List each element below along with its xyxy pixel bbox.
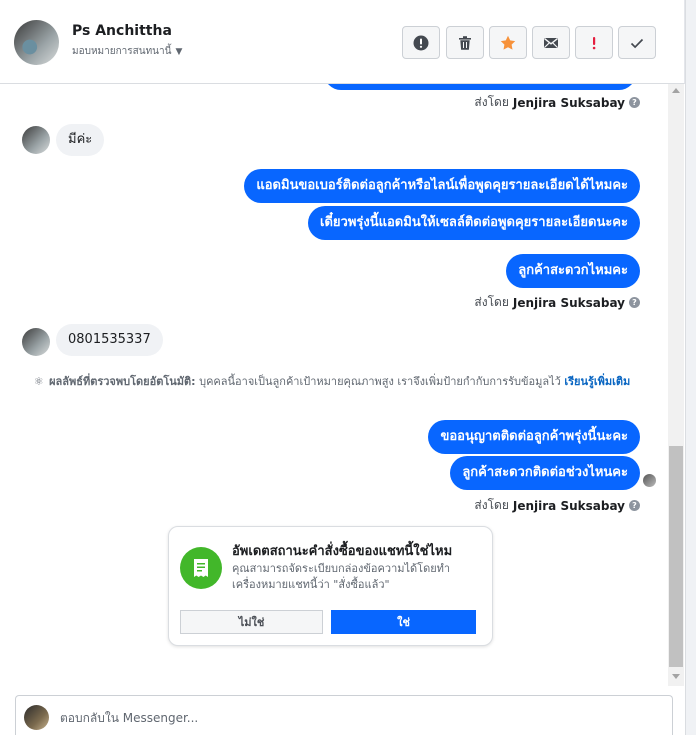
- reply-composer: [15, 695, 673, 735]
- contact-avatar-small: [22, 126, 50, 154]
- sent-by-label: ส่งโดย Jenjira Suksabay ?: [474, 93, 640, 112]
- agent-name: Jenjira Suksabay: [512, 95, 625, 110]
- outgoing-message: เดี๋ยวพรุ่งนี้แอดมินให้เซลล์ติดต่อพูดคุย…: [308, 206, 640, 240]
- order-card-description: คุณสามารถจัดระเบียบกล่องข้อความได้โดยทำเ…: [232, 562, 451, 591]
- contact-name[interactable]: Ps Anchittha: [72, 23, 172, 39]
- atom-icon: ⚛: [33, 375, 44, 388]
- envelope-icon: [544, 37, 558, 48]
- sent-by-label: ส่งโดย Jenjira Suksabay ?: [474, 293, 640, 312]
- auto-detect-text: บุคคลนี้อาจเป็นลูกค้าเป้าหมายคุณภาพสูง เ…: [199, 375, 561, 388]
- mark-spam-button[interactable]: [402, 26, 440, 59]
- outgoing-message: ลูกค้าสะดวกติดต่อช่วงไหนคะ: [450, 456, 640, 490]
- scrollbar-thumb[interactable]: [669, 446, 683, 667]
- follow-up-button[interactable]: [575, 26, 613, 59]
- outgoing-message: ลูกค้าสะดวกไหมคะ: [506, 254, 640, 288]
- check-icon: [630, 38, 644, 48]
- help-icon[interactable]: ?: [629, 500, 640, 511]
- reply-input[interactable]: [60, 708, 640, 728]
- delete-button[interactable]: [446, 26, 484, 59]
- message-thread: ส่งโดย Jenjira Suksabay ? มีค่ะ แอดมินขอ…: [0, 84, 667, 684]
- agent-name: Jenjira Suksabay: [512, 498, 625, 513]
- assign-conversation-dropdown[interactable]: มอบหมายการสนทนานี้ ▼: [72, 44, 182, 59]
- incoming-message: มีค่ะ: [56, 124, 105, 156]
- incoming-message: 0801535337: [56, 324, 163, 356]
- alert-circle-icon: [413, 35, 429, 50]
- sent-by-prefix: ส่งโดย: [474, 95, 509, 109]
- auto-detect-label: ผลลัพธ์ที่ตรวจพบโดยอัตโนมัติ:: [49, 375, 196, 388]
- contact-avatar[interactable]: [14, 20, 59, 65]
- assign-label: มอบหมายการสนทนานี้: [72, 46, 172, 57]
- mark-unread-button[interactable]: [532, 26, 570, 59]
- outgoing-message: แอดมินขอเบอร์ติดต่อลูกค้าหรือไลน์เพื่อพู…: [244, 169, 640, 203]
- sent-by-prefix: ส่งโดย: [474, 295, 509, 309]
- yes-button[interactable]: ใช่: [331, 610, 476, 634]
- receipt-icon: [180, 547, 222, 589]
- sent-by-label: ส่งโดย Jenjira Suksabay ?: [474, 496, 640, 515]
- help-icon[interactable]: ?: [629, 97, 640, 108]
- no-button[interactable]: ไม่ใช่: [180, 610, 323, 634]
- contact-avatar-small: [22, 328, 50, 356]
- learn-more-link[interactable]: เรียนรู้เพิ่มเติม: [564, 375, 630, 388]
- seen-avatar: [643, 474, 656, 487]
- auto-detect-notice: ⚛ ผลลัพธ์ที่ตรวจพบโดยอัตโนมัติ: บุคคลนี้…: [22, 374, 642, 390]
- help-icon[interactable]: ?: [629, 297, 640, 308]
- thread-scrollbar[interactable]: [668, 84, 684, 686]
- trash-icon: [459, 35, 471, 50]
- scroll-down-arrow[interactable]: [672, 674, 680, 679]
- order-status-card: อัพเดตสถานะคำสั่งซื้อของแชทนี้ใช่ไหม คุณ…: [168, 526, 493, 646]
- my-avatar: [24, 705, 49, 730]
- star-button[interactable]: [489, 26, 527, 59]
- scroll-up-arrow[interactable]: [672, 88, 680, 93]
- mark-done-button[interactable]: [618, 26, 656, 59]
- star-icon: [500, 35, 516, 50]
- order-card-title: อัพเดตสถานะคำสั่งซื้อของแชทนี้ใช่ไหม: [232, 544, 453, 559]
- sent-by-prefix: ส่งโดย: [474, 498, 509, 512]
- caret-down-icon: ▼: [175, 46, 183, 57]
- side-panel-edge: [685, 0, 696, 735]
- outgoing-message: ขออนุญาตติดต่อลูกค้าพรุ่งนี้นะคะ: [428, 420, 640, 454]
- exclamation-icon: [592, 36, 596, 49]
- message-bubble-cutoff: [324, 84, 636, 90]
- conversation-header: Ps Anchittha มอบหมายการสนทนานี้ ▼: [0, 0, 685, 84]
- agent-name: Jenjira Suksabay: [512, 295, 625, 310]
